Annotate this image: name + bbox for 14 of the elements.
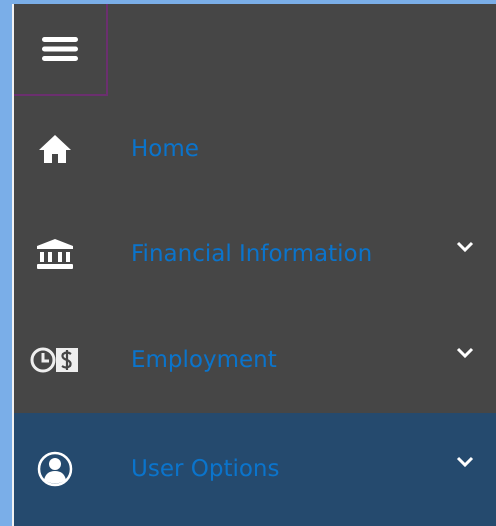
menu-item[interactable]: Employment bbox=[14, 307, 496, 412]
menu-item[interactable]: Home bbox=[14, 96, 496, 202]
menu-button[interactable] bbox=[14, 4, 108, 96]
menu-item[interactable]: User Options bbox=[14, 412, 496, 526]
menu-icon bbox=[40, 34, 80, 64]
clock-money-icon bbox=[30, 346, 80, 374]
menu-item-label: User Options bbox=[131, 456, 280, 482]
menu-item-label: Employment bbox=[131, 346, 278, 373]
user-icon bbox=[37, 451, 73, 487]
menu-item[interactable]: Financial Information bbox=[14, 202, 496, 307]
menu-item-label: Financial Information bbox=[131, 241, 374, 268]
bank-icon bbox=[35, 238, 75, 270]
home-icon bbox=[38, 132, 72, 165]
menu-item-label: Home bbox=[131, 136, 200, 162]
